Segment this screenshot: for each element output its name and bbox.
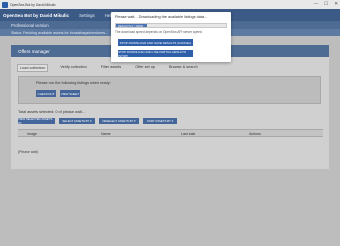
app-icon <box>2 1 8 8</box>
offers-manager-panel: Offers manager Load collection Verify co… <box>11 45 329 169</box>
progress-bar: RESULTS 0 / 10000 <box>115 23 227 28</box>
status-text: Status: Fetching available assets for bo… <box>11 30 109 35</box>
empty-table-note: (Please wait) <box>18 150 39 154</box>
panel-title: Offers manager <box>18 48 50 54</box>
download-progress-dialog: Please wait... Downloading the available… <box>111 12 231 62</box>
progress-label: RESULTS 0 / 10000 <box>118 23 144 28</box>
checkout-button[interactable]: CHECKOUT <box>36 90 56 97</box>
tab-bar: Load collection Verify collection Filter… <box>17 64 200 72</box>
deselect-assets-by-button[interactable]: DESELECT ASSETS BY ▾ <box>99 118 139 124</box>
close-icon[interactable]: ✕ <box>334 1 338 7</box>
tab-offer-setup[interactable]: Offer set up <box>133 64 157 72</box>
view-sheet-button[interactable]: VIEW SHEET <box>60 90 80 97</box>
version-label: Professional version <box>11 22 49 28</box>
tab-load-collection[interactable]: Load collection <box>17 64 49 72</box>
sort-assets-by-button[interactable]: SORT ASSETS BY ▾ <box>143 118 177 124</box>
tab-filter-assets[interactable]: Filter assets <box>99 64 123 72</box>
tab-browse-search[interactable]: Browse & search <box>167 64 200 72</box>
brand-label: OpenSea Bot by David Mikulic <box>3 12 70 18</box>
notice-text: Please run the following listings when r… <box>36 81 111 85</box>
column-header-image: Image <box>27 132 37 136</box>
tab-verify-collection[interactable]: Verify collection <box>58 64 88 72</box>
window-titlebar: OpenSea Bot by David Mikulic — ☐ ✕ <box>0 0 340 9</box>
stop-save-button[interactable]: STOP DOWNLOAD AND SAVE RESULTS (CANCEL) <box>118 39 193 46</box>
table-header: Image Name Last sale Actions <box>18 129 323 137</box>
window-title: OpenSea Bot by David Mikulic <box>10 2 56 7</box>
window-controls: — ☐ ✕ <box>314 1 338 7</box>
menu-item-settings[interactable]: Settings <box>79 13 95 18</box>
minimize-icon[interactable]: — <box>314 1 319 7</box>
column-header-last-sale: Last sale <box>181 132 196 136</box>
selected-count: Total assets selected: 0 of please wait.… <box>18 110 85 114</box>
select-assets-by-button[interactable]: SELECT ASSETS BY ▾ <box>59 118 95 124</box>
dialog-explanation: The download speed depends on OpenSea AP… <box>115 30 203 34</box>
stop-partial-button[interactable]: STOP DOWNLOAD AND USE PARTIAL RESULTS (S… <box>118 50 193 58</box>
column-header-name: Name <box>101 132 111 136</box>
progress-fill: RESULTS 0 / 10000 <box>116 23 147 28</box>
notice-box: Please run the following listings when r… <box>18 76 321 104</box>
dialog-message: Please wait... Downloading the available… <box>115 15 208 19</box>
maximize-icon[interactable]: ☐ <box>324 1 328 7</box>
column-header-actions: Actions <box>249 132 261 136</box>
view-selected-button[interactable]: VIEW SELECTED ASSETS (0) <box>18 117 55 125</box>
